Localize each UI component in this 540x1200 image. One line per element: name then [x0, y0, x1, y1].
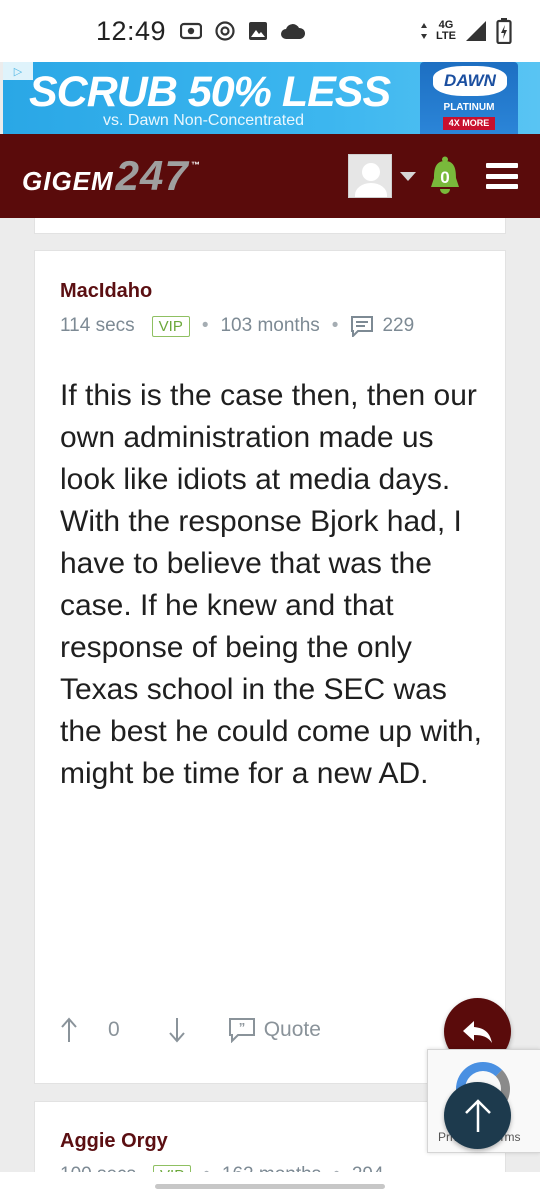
- status-bar: 12:49 4G LTE: [0, 0, 540, 62]
- vote-count: 0: [108, 1018, 120, 1041]
- arrow-up-icon: [464, 1098, 491, 1132]
- data-arrows-icon: [421, 23, 428, 39]
- chevron-down-icon[interactable]: [400, 171, 416, 181]
- logo-secondary: 247: [115, 152, 189, 199]
- post-body: If this is the case then, then our own a…: [60, 379, 482, 790]
- at-sign-icon: [215, 21, 235, 41]
- site-header: GIGEM 247 ™ 0: [0, 134, 540, 218]
- downvote-arrow-icon[interactable]: [168, 1017, 186, 1043]
- quote-label: Quote: [263, 1018, 321, 1041]
- notification-count: 0: [440, 168, 450, 187]
- vip-badge: VIP: [151, 315, 190, 337]
- ad-subline: vs. Dawn Non-Concentrated: [103, 112, 304, 129]
- post-meta: 114 secs VIP • 103 months • 229: [60, 315, 414, 337]
- user-avatar[interactable]: [348, 154, 392, 198]
- post-count: 229: [382, 315, 415, 336]
- post-author[interactable]: Aggie Orgy: [60, 1130, 168, 1153]
- upvote-arrow-icon[interactable]: [60, 1017, 78, 1043]
- previous-post-card: [34, 218, 506, 234]
- radio-icon: [180, 22, 203, 40]
- status-right: 4G LTE: [420, 18, 512, 44]
- posts-icon: [351, 316, 374, 337]
- cloud-icon: [281, 24, 306, 39]
- site-logo[interactable]: GIGEM 247 ™: [22, 152, 200, 200]
- ad-badge: 4X MORE: [443, 117, 495, 130]
- gesture-handle[interactable]: [155, 1184, 385, 1189]
- battery-charging-icon: [496, 18, 512, 44]
- quote-icon: ”: [228, 1018, 255, 1043]
- system-nav-bar: [0, 1172, 540, 1200]
- logo-trademark: ™: [190, 160, 200, 170]
- notifications-button[interactable]: 0: [428, 156, 462, 196]
- ad-banner[interactable]: ▷ SCRUB 50% LESS vs. Dawn Non-Concentrat…: [3, 62, 540, 134]
- post-card: MacIdaho 114 secs VIP • 103 months • 229…: [34, 250, 506, 1084]
- ad-product-line: PLATINUM: [443, 102, 495, 113]
- status-time: 12:49: [96, 15, 167, 46]
- signal-icon: [466, 21, 486, 41]
- quote-button[interactable]: ” Quote: [228, 1017, 321, 1043]
- reply-arrow-icon: [462, 1020, 492, 1043]
- status-icons: [180, 20, 306, 42]
- post-actions: 0 ” Quote: [60, 1017, 321, 1043]
- ad-headline: SCRUB 50% LESS: [29, 68, 391, 116]
- post-time[interactable]: 114 secs: [60, 315, 135, 337]
- network-type: 4G LTE: [436, 19, 456, 42]
- post-author[interactable]: MacIdaho: [60, 280, 152, 303]
- header-actions: 0: [348, 154, 518, 198]
- logo-primary: GIGEM: [22, 166, 114, 196]
- separator: •: [201, 315, 209, 336]
- membership-length: 103 months: [220, 315, 320, 336]
- separator: •: [331, 315, 339, 336]
- ad-brand-logo: DAWN: [433, 66, 507, 96]
- svg-text:”: ”: [238, 1020, 245, 1035]
- hamburger-menu-icon[interactable]: [486, 163, 518, 189]
- image-icon: [249, 22, 268, 40]
- scroll-to-top-button[interactable]: [444, 1082, 511, 1149]
